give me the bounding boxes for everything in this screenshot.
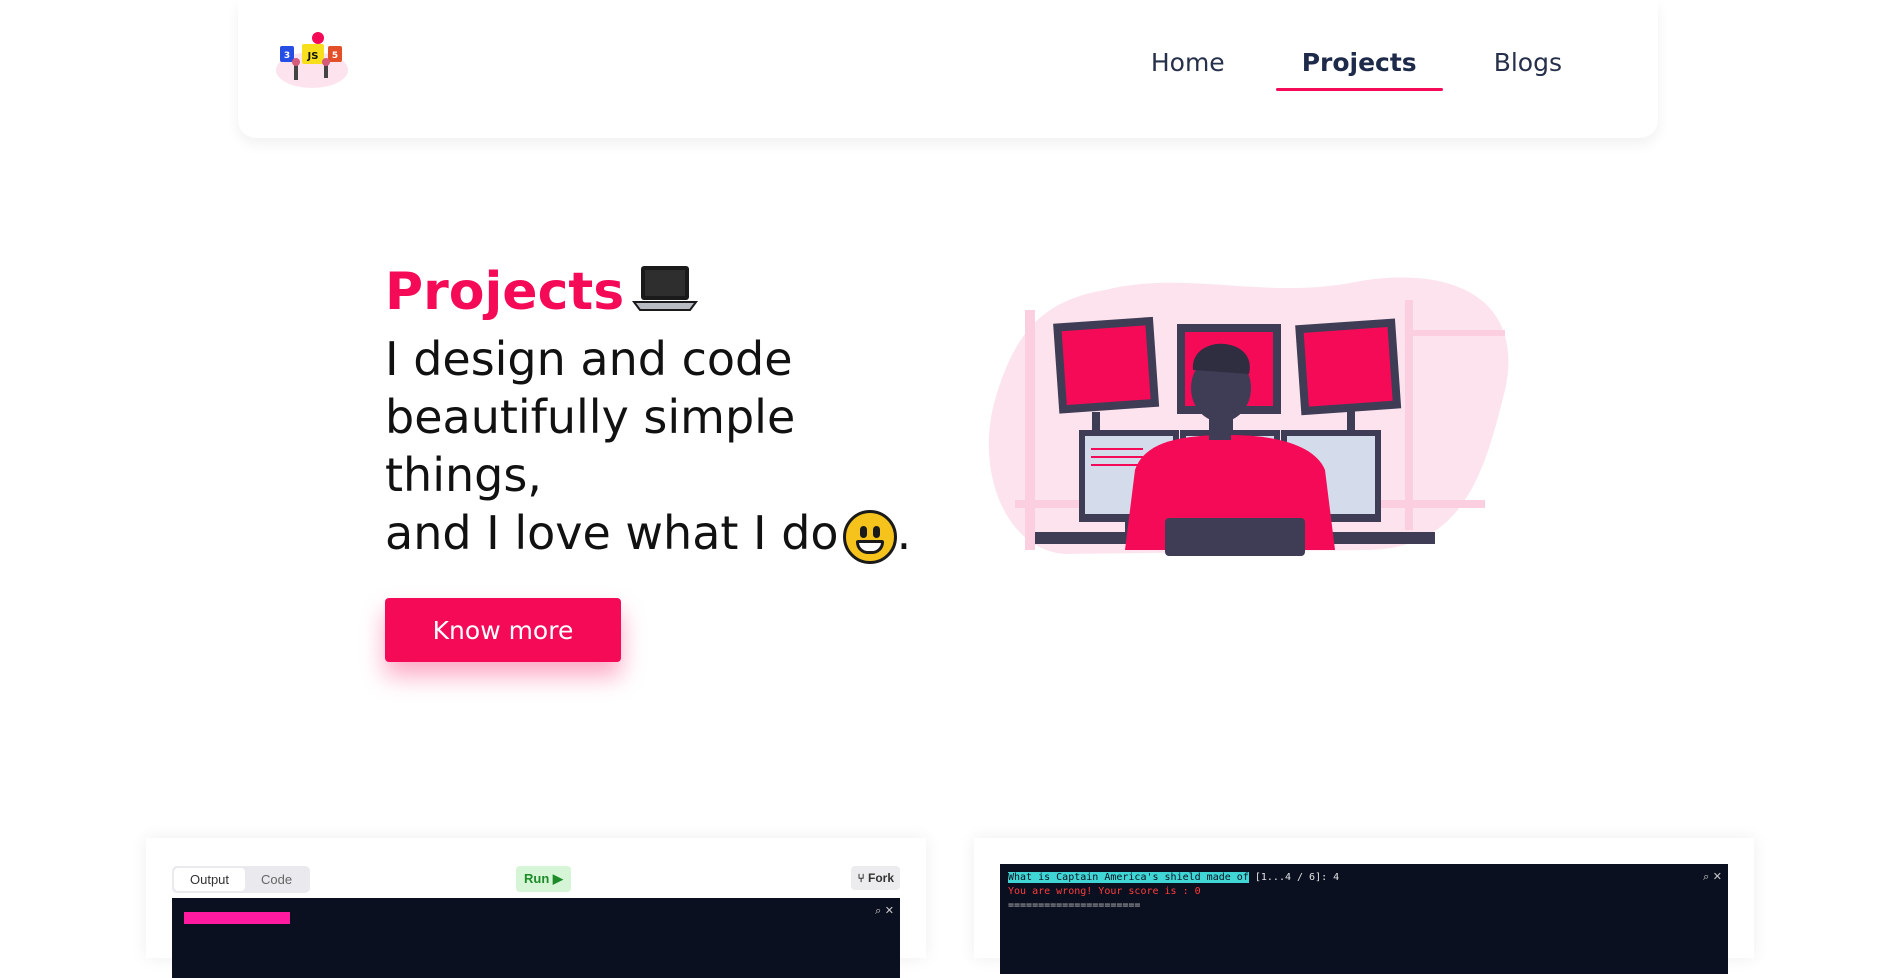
quiz-question-text: What is Captain America's shield made of <box>1008 872 1249 883</box>
tagline-line-3: things, <box>385 448 542 502</box>
terminal-output: ⌕ ✕ <box>172 898 900 978</box>
tagline-line-4: and I love what I do. <box>385 504 1005 564</box>
quiz-question-suffix: [1...4 / 6]: 4 <box>1254 872 1340 883</box>
know-more-button[interactable]: Know more <box>385 598 621 662</box>
quiz-separator: ====================== <box>1008 900 1141 911</box>
site-logo[interactable]: 3 JS 5 <box>272 30 352 92</box>
play-icon: ▶ <box>552 871 563 886</box>
project-card-quiz-terminal[interactable]: What is Captain America's shield made of… <box>974 838 1754 974</box>
view-toggle: Output Code <box>172 866 311 893</box>
tagline-end-punct: . <box>896 506 912 560</box>
smiley-icon <box>842 509 897 564</box>
run-button[interactable]: Run ▶ <box>516 866 571 892</box>
page-title: Projects <box>385 262 699 322</box>
quiz-question: What is Captain America's shield made of… <box>1008 872 1339 883</box>
nav-item-home[interactable]: Home <box>1125 44 1251 91</box>
search-icon[interactable]: ⌕ <box>1703 870 1709 883</box>
project-card-quiz-output[interactable]: Output Code Run ▶ ⑂ Fork ⌕ ✕ <box>146 838 926 978</box>
developer-illustration <box>985 270 1515 560</box>
repl-toolbar: Output Code Run ▶ ⑂ Fork <box>172 866 900 896</box>
fork-icon: ⑂ <box>857 871 865 885</box>
main-nav: Home Projects Blogs <box>1100 44 1588 91</box>
highlighted-prompt <box>184 912 290 924</box>
terminal-tools: ⌕ ✕ <box>1703 870 1722 884</box>
fork-button-label: Fork <box>867 871 894 885</box>
fork-button[interactable]: ⑂ Fork <box>851 866 900 890</box>
search-icon[interactable]: ⌕ <box>875 904 881 917</box>
hero-tagline: I design and code beautifully simple thi… <box>385 330 1005 564</box>
svg-text:5: 5 <box>332 51 338 61</box>
laptop-icon <box>632 263 699 321</box>
tab-output[interactable]: Output <box>174 868 246 891</box>
nav-item-blogs[interactable]: Blogs <box>1468 44 1588 91</box>
tagline-line-4-text: and I love what I do <box>385 506 839 560</box>
nav-item-projects[interactable]: Projects <box>1275 44 1443 91</box>
tab-code[interactable]: Code <box>245 868 308 891</box>
close-icon[interactable]: ✕ <box>885 904 894 917</box>
close-icon[interactable]: ✕ <box>1713 870 1722 883</box>
run-button-label: Run <box>524 871 550 886</box>
site-header: 3 JS 5 Home Projects Blogs <box>238 0 1658 138</box>
svg-text:JS: JS <box>307 51 319 62</box>
page-title-text: Projects <box>385 262 625 322</box>
svg-text:3: 3 <box>284 51 290 61</box>
tagline-line-2: beautifully simple <box>385 390 796 444</box>
terminal-tools: ⌕ ✕ <box>875 904 894 918</box>
quiz-result: You are wrong! Your score is : 0 <box>1008 886 1201 897</box>
tagline-line-1: I design and code <box>385 332 793 386</box>
terminal-output: What is Captain America's shield made of… <box>1000 864 1728 974</box>
